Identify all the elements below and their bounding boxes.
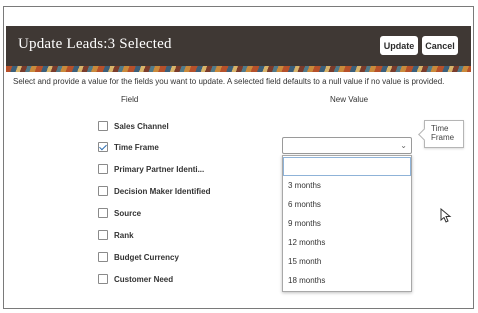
dropdown-option[interactable]: 9 months <box>283 214 411 233</box>
dropdown-option[interactable]: 3 months <box>283 176 411 195</box>
budget-currency-checkbox[interactable] <box>98 252 108 262</box>
field-label: Time Frame <box>114 142 159 152</box>
time-frame-select[interactable]: ⌄ <box>282 137 412 154</box>
column-header-new-value: New Value <box>330 95 369 104</box>
field-label: Customer Need <box>114 274 174 284</box>
dropdown-option[interactable]: 15 month <box>283 252 411 271</box>
time-frame-checkbox[interactable] <box>98 142 108 152</box>
cancel-button[interactable]: Cancel <box>422 36 458 55</box>
field-row-budget-currency: Budget Currency <box>98 251 179 263</box>
field-row-time-frame: Time Frame <box>98 141 159 153</box>
field-label: Budget Currency <box>114 252 179 262</box>
sales-channel-checkbox[interactable] <box>98 121 108 131</box>
column-header-field: Field <box>121 95 139 104</box>
rank-checkbox[interactable] <box>98 230 108 240</box>
chevron-down-icon: ⌄ <box>400 141 407 150</box>
dropdown-option[interactable]: 6 months <box>283 195 411 214</box>
mouse-cursor-icon <box>440 208 452 223</box>
field-label: Rank <box>114 230 134 240</box>
field-row-customer-need: Customer Need <box>98 273 173 285</box>
source-checkbox[interactable] <box>98 208 108 218</box>
time-frame-dropdown-list[interactable]: 3 months 6 months 9 months 12 months 15 … <box>282 155 412 292</box>
dialog-title: Update Leads:3 Selected <box>18 36 172 52</box>
field-label: Source <box>114 208 142 218</box>
field-label: Decision Maker Identified <box>114 186 211 196</box>
field-label: Primary Partner Identi... <box>114 164 205 174</box>
dropdown-option[interactable]: 12 months <box>283 233 411 252</box>
instruction-text: Select and provide a value for the field… <box>13 77 445 86</box>
field-row-primary-partner: Primary Partner Identi... <box>98 163 204 175</box>
field-label: Sales Channel <box>114 121 169 131</box>
dropdown-option[interactable]: 18 months <box>283 271 411 290</box>
dropdown-option-blank[interactable] <box>283 157 411 176</box>
time-frame-tooltip: Time Frame <box>424 120 464 148</box>
field-row-decision-maker: Decision Maker Identified <box>98 185 210 197</box>
decision-maker-checkbox[interactable] <box>98 186 108 196</box>
dialog-header: Update Leads:3 Selected Update Cancel <box>6 26 471 66</box>
customer-need-checkbox[interactable] <box>98 274 108 284</box>
field-row-sales-channel: Sales Channel <box>98 120 169 132</box>
primary-partner-checkbox[interactable] <box>98 164 108 174</box>
field-row-source: Source <box>98 207 141 219</box>
update-button[interactable]: Update <box>380 36 418 55</box>
decorative-banner <box>6 66 471 72</box>
field-row-rank: Rank <box>98 229 134 241</box>
